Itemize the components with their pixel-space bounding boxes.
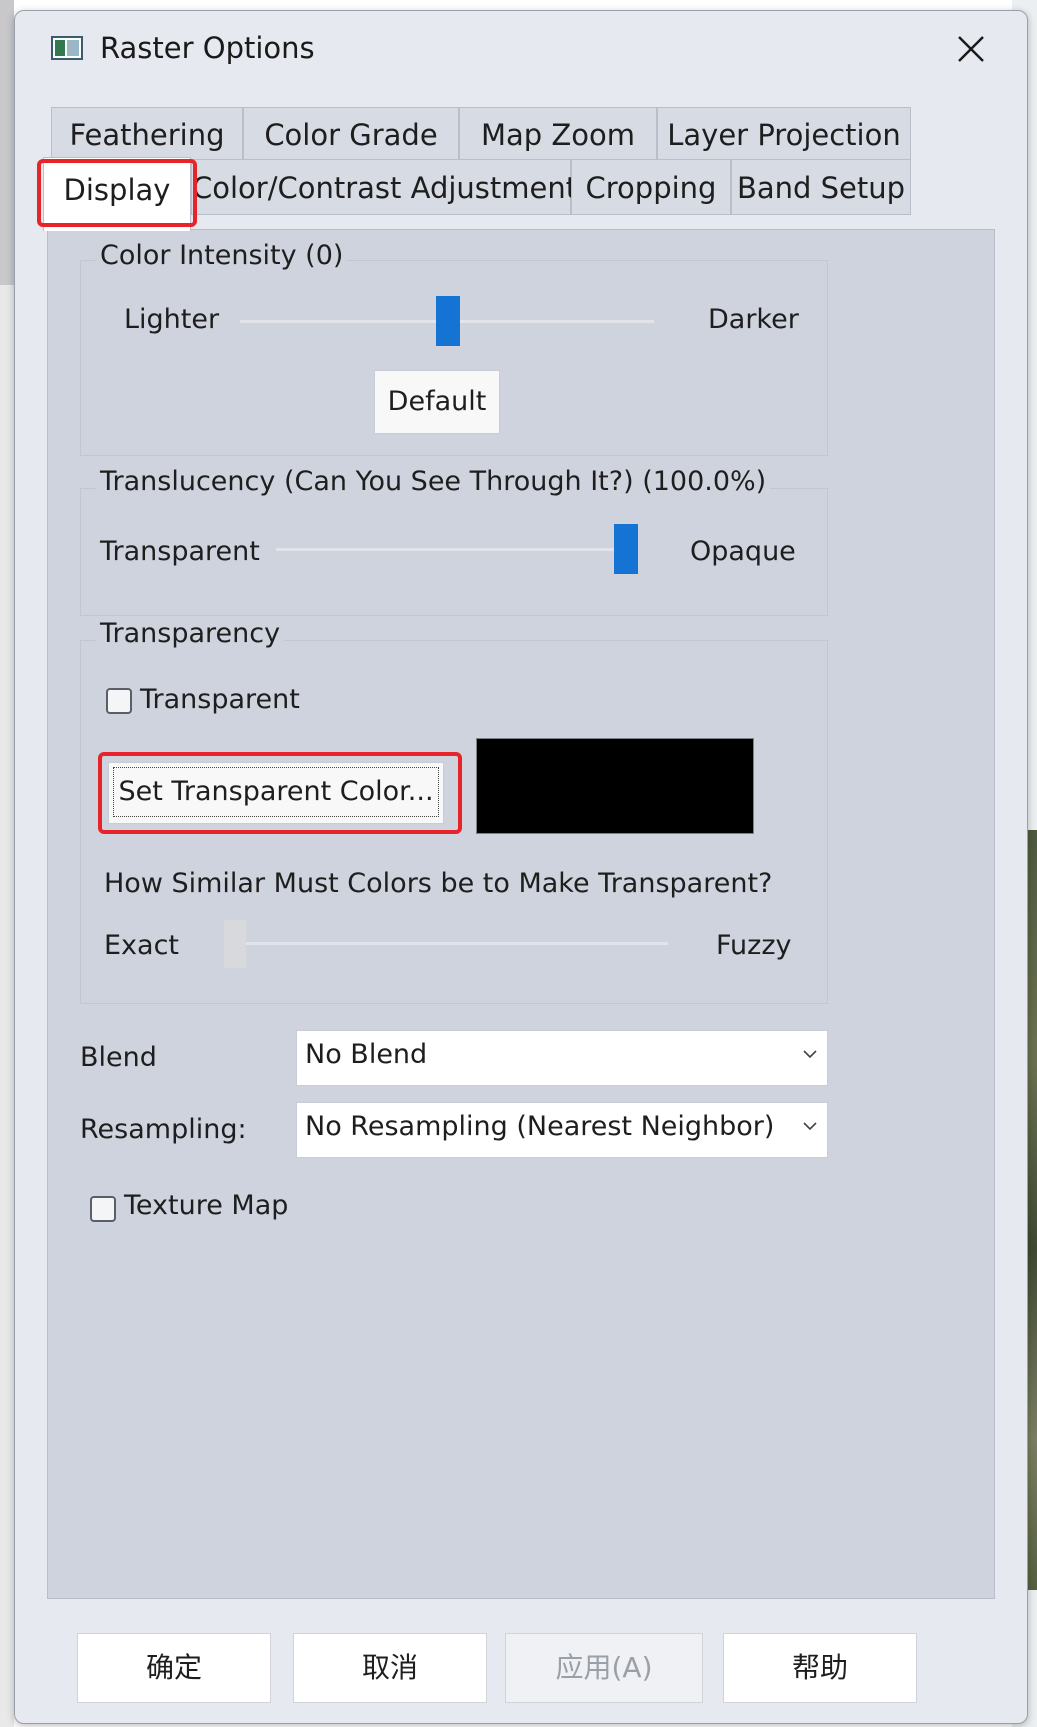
similarity-label: How Similar Must Colors be to Make Trans… xyxy=(104,868,773,899)
app-icon xyxy=(51,36,83,60)
resampling-select-value: No Resampling (Nearest Neighbor) xyxy=(305,1111,775,1142)
opaque-label: Opaque xyxy=(690,536,796,567)
tab-map-zoom[interactable]: Map Zoom xyxy=(459,107,657,161)
close-button[interactable] xyxy=(945,23,997,75)
translucency-slider-track[interactable] xyxy=(276,548,636,551)
tab-band-setup[interactable]: Band Setup xyxy=(731,159,911,215)
tab-color-grade[interactable]: Color Grade xyxy=(243,107,459,161)
transparent-checkbox-label: Transparent xyxy=(140,684,300,715)
display-tab-highlight xyxy=(37,159,197,227)
transparent-checkbox[interactable] xyxy=(106,688,132,714)
dialog-title: Raster Options xyxy=(100,31,315,65)
transparency-title: Transparency xyxy=(96,618,285,649)
chevron-down-icon xyxy=(803,1050,817,1059)
close-icon xyxy=(958,36,984,62)
similarity-slider-track[interactable] xyxy=(226,942,668,945)
blend-label: Blend xyxy=(80,1042,157,1073)
darker-label: Darker xyxy=(708,304,799,335)
help-button[interactable]: 帮助 xyxy=(723,1633,917,1703)
resampling-label: Resampling: xyxy=(80,1114,247,1145)
background-left-top xyxy=(0,0,14,285)
tab-cropping[interactable]: Cropping xyxy=(571,159,731,215)
apply-button[interactable]: 应用(A) xyxy=(505,1633,703,1703)
blend-select[interactable]: No Blend xyxy=(296,1030,828,1086)
lighter-label: Lighter xyxy=(124,304,220,335)
color-intensity-title: Color Intensity (0) xyxy=(96,240,348,271)
cancel-button[interactable]: 取消 xyxy=(293,1633,487,1703)
exact-label: Exact xyxy=(104,930,180,961)
translucency-slider-thumb[interactable] xyxy=(614,524,638,574)
tab-color-contrast-adjustment[interactable]: Color/Contrast Adjustment xyxy=(191,159,577,215)
default-button[interactable]: Default xyxy=(374,370,500,434)
texture-map-label: Texture Map xyxy=(124,1190,289,1221)
translucency-title: Translucency (Can You See Through It?) (… xyxy=(96,466,771,497)
ok-button[interactable]: 确定 xyxy=(77,1633,271,1703)
color-intensity-slider-thumb[interactable] xyxy=(436,296,460,346)
chevron-down-icon xyxy=(803,1122,817,1131)
transparent-color-swatch[interactable] xyxy=(476,738,754,834)
raster-options-dialog: Raster Options Feathering Color Grade Ma… xyxy=(14,10,1028,1724)
display-tab-panel: Color Intensity (0) Lighter Darker Defau… xyxy=(47,229,995,1599)
tab-layer-projection[interactable]: Layer Projection xyxy=(657,107,911,161)
blend-select-value: No Blend xyxy=(305,1039,428,1070)
tab-feathering[interactable]: Feathering xyxy=(51,107,243,161)
texture-map-checkbox[interactable] xyxy=(90,1196,116,1222)
similarity-slider-thumb[interactable] xyxy=(224,920,246,968)
resampling-select[interactable]: No Resampling (Nearest Neighbor) xyxy=(296,1102,828,1158)
fuzzy-label: Fuzzy xyxy=(716,930,792,961)
transparent-slider-label: Transparent xyxy=(100,536,260,567)
title-bar: Raster Options xyxy=(15,11,1027,89)
set-color-button-highlight xyxy=(98,752,462,834)
